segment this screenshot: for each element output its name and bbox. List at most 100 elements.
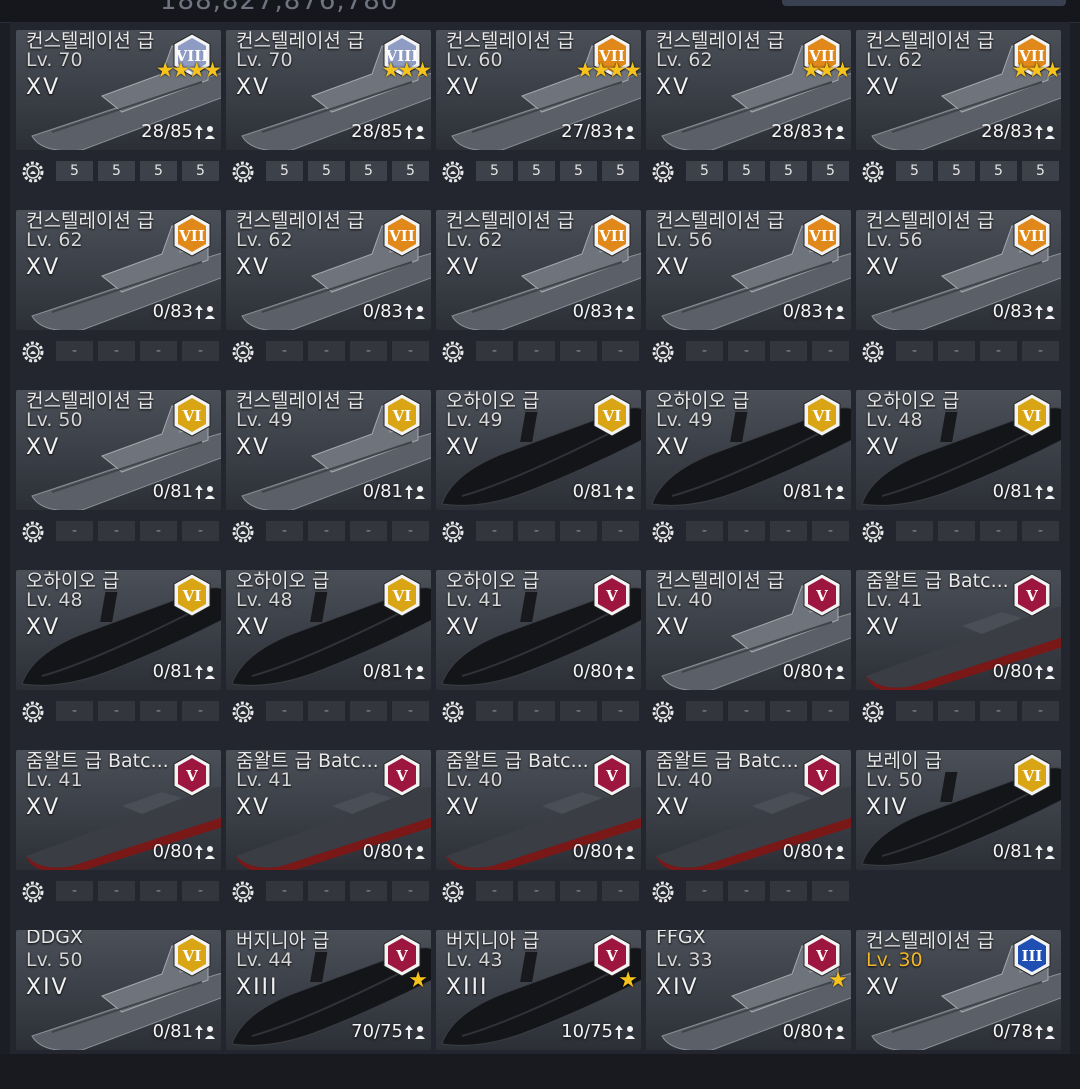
equipment-slot[interactable]: -: [812, 881, 849, 901]
equipment-slot[interactable]: -: [308, 701, 345, 721]
equipment-slot[interactable]: -: [98, 341, 135, 361]
equipment-slot[interactable]: -: [308, 521, 345, 541]
equipment-slot[interactable]: -: [728, 341, 765, 361]
equipment-gear-icon[interactable]: [861, 700, 885, 724]
equipment-slot[interactable]: -: [518, 701, 555, 721]
equipment-gear-icon[interactable]: [21, 160, 45, 184]
equipment-slot[interactable]: 5: [266, 161, 303, 181]
equipment-slot[interactable]: -: [938, 341, 975, 361]
equipment-slot[interactable]: -: [476, 341, 513, 361]
equipment-slot[interactable]: -: [140, 881, 177, 901]
equipment-slot[interactable]: -: [686, 521, 723, 541]
equipment-slot[interactable]: -: [812, 701, 849, 721]
equipment-gear-icon[interactable]: [21, 520, 45, 544]
equipment-slot[interactable]: -: [560, 701, 597, 721]
ship-card[interactable]: VIII 컨스텔레이션 급 Lv. 70 XV ★★★ 28/85: [226, 30, 431, 150]
ship-card[interactable]: VI DDGX Lv. 50 XIV 0/81: [16, 930, 221, 1050]
ship-card[interactable]: VII 컨스텔레이션 급 Lv. 62 XV 0/83: [436, 210, 641, 330]
equipment-gear-icon[interactable]: [441, 340, 465, 364]
ship-card[interactable]: V 줌왈트 급 Batc... Lv. 40 XV 0/80: [436, 750, 641, 870]
equipment-gear-icon[interactable]: [21, 340, 45, 364]
equipment-gear-icon[interactable]: [651, 520, 675, 544]
equipment-slot[interactable]: -: [728, 881, 765, 901]
equipment-gear-icon[interactable]: [231, 880, 255, 904]
equipment-gear-icon[interactable]: [441, 160, 465, 184]
equipment-slot[interactable]: 5: [140, 161, 177, 181]
equipment-slot[interactable]: -: [728, 701, 765, 721]
equipment-slot[interactable]: -: [560, 341, 597, 361]
ship-card[interactable]: VII 컨스텔레이션 급 Lv. 62 XV ★★★ 28/83: [646, 30, 851, 150]
equipment-gear-icon[interactable]: [231, 340, 255, 364]
equipment-slot[interactable]: -: [896, 521, 933, 541]
equipment-slot[interactable]: 5: [182, 161, 219, 181]
equipment-slot[interactable]: -: [560, 521, 597, 541]
equipment-slot[interactable]: 5: [602, 161, 639, 181]
equipment-slot[interactable]: 5: [770, 161, 807, 181]
ship-card[interactable]: VI 오하이오 급 Lv. 49 XV 0/81: [436, 390, 641, 510]
equipment-slot[interactable]: -: [140, 701, 177, 721]
equipment-slot[interactable]: -: [896, 701, 933, 721]
equipment-slot[interactable]: -: [392, 341, 429, 361]
equipment-slot[interactable]: -: [1022, 701, 1059, 721]
equipment-slot[interactable]: -: [476, 521, 513, 541]
equipment-slot[interactable]: -: [812, 521, 849, 541]
ship-card[interactable]: VII 컨스텔레이션 급 Lv. 62 XV 0/83: [16, 210, 221, 330]
equipment-gear-icon[interactable]: [861, 340, 885, 364]
equipment-slot[interactable]: -: [980, 701, 1017, 721]
equipment-slot[interactable]: 5: [896, 161, 933, 181]
equipment-slot[interactable]: -: [140, 521, 177, 541]
equipment-slot[interactable]: -: [182, 701, 219, 721]
equipment-slot[interactable]: -: [266, 881, 303, 901]
equipment-slot[interactable]: -: [770, 341, 807, 361]
ship-card[interactable]: VI 오하이오 급 Lv. 49 XV 0/81: [646, 390, 851, 510]
equipment-slot[interactable]: -: [392, 701, 429, 721]
equipment-slot[interactable]: -: [350, 521, 387, 541]
ship-card[interactable]: VIII 컨스텔레이션 급 Lv. 70 XV ★★★★ 28/85: [16, 30, 221, 150]
equipment-gear-icon[interactable]: [231, 520, 255, 544]
equipment-gear-icon[interactable]: [441, 880, 465, 904]
top-right-tab[interactable]: [782, 0, 1066, 6]
equipment-slot[interactable]: -: [98, 521, 135, 541]
equipment-slot[interactable]: -: [98, 701, 135, 721]
equipment-slot[interactable]: -: [98, 881, 135, 901]
ship-card[interactable]: V FFGX Lv. 33 XIV ★ 0/80: [646, 930, 851, 1050]
ship-card[interactable]: VII 컨스텔레이션 급 Lv. 56 XV 0/83: [646, 210, 851, 330]
equipment-slot[interactable]: 5: [812, 161, 849, 181]
equipment-slot[interactable]: -: [266, 701, 303, 721]
ship-card[interactable]: VI 오하이오 급 Lv. 48 XV 0/81: [226, 570, 431, 690]
equipment-slot[interactable]: -: [56, 341, 93, 361]
equipment-slot[interactable]: 5: [980, 161, 1017, 181]
equipment-slot[interactable]: -: [686, 701, 723, 721]
equipment-gear-icon[interactable]: [21, 700, 45, 724]
equipment-slot[interactable]: -: [392, 881, 429, 901]
equipment-slot[interactable]: 5: [938, 161, 975, 181]
equipment-gear-icon[interactable]: [651, 340, 675, 364]
equipment-gear-icon[interactable]: [651, 160, 675, 184]
equipment-gear-icon[interactable]: [861, 520, 885, 544]
equipment-slot[interactable]: -: [56, 521, 93, 541]
equipment-slot[interactable]: 5: [350, 161, 387, 181]
equipment-slot[interactable]: 5: [308, 161, 345, 181]
ship-card[interactable]: VII 컨스텔레이션 급 Lv. 60 XV ★★★★ 27/83: [436, 30, 641, 150]
equipment-slot[interactable]: -: [980, 521, 1017, 541]
equipment-slot[interactable]: -: [518, 341, 555, 361]
equipment-gear-icon[interactable]: [651, 700, 675, 724]
ship-card[interactable]: VII 컨스텔레이션 급 Lv. 62 XV ★★★ 28/83: [856, 30, 1061, 150]
ship-card[interactable]: V 컨스텔레이션 급 Lv. 40 XV 0/80: [646, 570, 851, 690]
equipment-slot[interactable]: -: [896, 341, 933, 361]
equipment-slot[interactable]: -: [770, 521, 807, 541]
equipment-slot[interactable]: -: [518, 881, 555, 901]
equipment-slot[interactable]: -: [812, 341, 849, 361]
equipment-slot[interactable]: -: [938, 701, 975, 721]
equipment-slot[interactable]: -: [770, 881, 807, 901]
ship-card[interactable]: VII 컨스텔레이션 급 Lv. 62 XV 0/83: [226, 210, 431, 330]
equipment-slot[interactable]: -: [602, 701, 639, 721]
equipment-slot[interactable]: -: [56, 701, 93, 721]
ship-card[interactable]: V 오하이오 급 Lv. 41 XV 0/80: [436, 570, 641, 690]
equipment-slot[interactable]: -: [266, 521, 303, 541]
ship-card[interactable]: VI 컨스텔레이션 급 Lv. 50 XV 0/81: [16, 390, 221, 510]
equipment-gear-icon[interactable]: [441, 700, 465, 724]
equipment-slot[interactable]: -: [182, 341, 219, 361]
equipment-slot[interactable]: -: [56, 881, 93, 901]
equipment-slot[interactable]: -: [308, 881, 345, 901]
